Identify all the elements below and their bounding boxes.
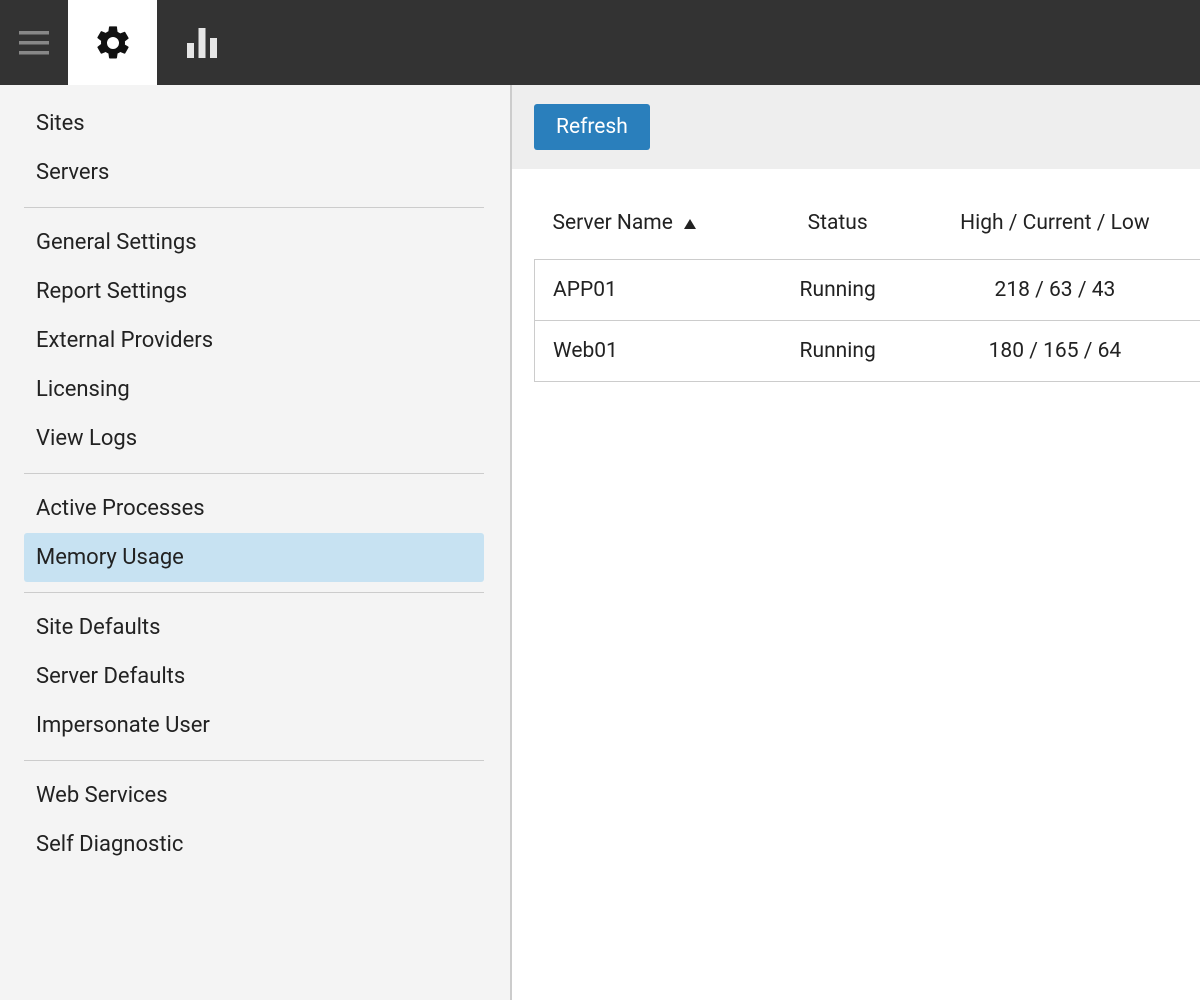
column-header-label: High / Current / Low [960, 211, 1150, 235]
content-toolbar: Refresh [512, 85, 1200, 169]
sidebar-item-label: Web Services [36, 783, 168, 808]
sidebar-item-label: Site Defaults [36, 615, 160, 640]
table-row[interactable]: APP01 Running 218 / 63 / 43 [535, 260, 1200, 321]
sidebar-separator [24, 207, 484, 208]
sidebar-item-label: Active Processes [36, 496, 205, 521]
sort-asc-icon [684, 211, 696, 235]
cell-status: Running [766, 260, 910, 321]
sidebar-item-label: Memory Usage [36, 545, 184, 570]
tab-stats[interactable] [157, 0, 246, 85]
cell-status: Running [766, 321, 910, 382]
refresh-button[interactable]: Refresh [534, 104, 650, 150]
sidebar-item-impersonate-user[interactable]: Impersonate User [24, 701, 484, 750]
sidebar-item-label: General Settings [36, 230, 197, 255]
sidebar-item-memory-usage[interactable]: Memory Usage [24, 533, 484, 582]
sidebar-item-self-diagnostic[interactable]: Self Diagnostic [24, 820, 484, 869]
sidebar-item-view-logs[interactable]: View Logs [24, 414, 484, 463]
sidebar-item-label: Sites [36, 111, 85, 136]
sidebar-item-label: Report Settings [36, 279, 187, 304]
table-wrap: Server Name Status High / Current / Low [512, 169, 1200, 382]
cell-server-name: Web01 [535, 321, 766, 382]
sidebar-item-site-defaults[interactable]: Site Defaults [24, 603, 484, 652]
sidebar-item-label: Licensing [36, 377, 130, 402]
column-header-hcl[interactable]: High / Current / Low [910, 201, 1200, 260]
sidebar-item-servers[interactable]: Servers [24, 148, 484, 197]
sidebar-item-label: Self Diagnostic [36, 832, 183, 857]
sidebar-item-label: Server Defaults [36, 664, 185, 689]
main: Sites Servers General Settings Report Se… [0, 85, 1200, 1000]
sidebar-item-web-services[interactable]: Web Services [24, 771, 484, 820]
sidebar-item-licensing[interactable]: Licensing [24, 365, 484, 414]
topbar [0, 0, 1200, 85]
sidebar-item-report-settings[interactable]: Report Settings [24, 267, 484, 316]
bar-chart-icon [182, 23, 222, 63]
column-header-label: Status [808, 211, 868, 235]
column-header-server-name[interactable]: Server Name [535, 201, 766, 260]
content: Refresh Server Name Status [512, 85, 1200, 1000]
sidebar-item-general-settings[interactable]: General Settings [24, 218, 484, 267]
sidebar-item-active-processes[interactable]: Active Processes [24, 484, 484, 533]
cell-server-name: APP01 [535, 260, 766, 321]
gear-icon [93, 23, 133, 63]
sidebar-item-label: View Logs [36, 426, 137, 451]
cell-hcl: 180 / 165 / 64 [910, 321, 1200, 382]
sidebar-separator [24, 592, 484, 593]
hamburger-menu-button[interactable] [0, 0, 68, 85]
sidebar-separator [24, 760, 484, 761]
sidebar-item-label: Impersonate User [36, 713, 210, 738]
servers-table: Server Name Status High / Current / Low [534, 201, 1200, 382]
sidebar-separator [24, 473, 484, 474]
column-header-status[interactable]: Status [766, 201, 910, 260]
tab-settings[interactable] [68, 0, 157, 85]
sidebar-item-external-providers[interactable]: External Providers [24, 316, 484, 365]
sidebar-item-sites[interactable]: Sites [24, 99, 484, 148]
hamburger-icon [19, 31, 49, 55]
sidebar-item-server-defaults[interactable]: Server Defaults [24, 652, 484, 701]
column-header-label: Server Name [553, 211, 673, 235]
table-row[interactable]: Web01 Running 180 / 165 / 64 [535, 321, 1200, 382]
sidebar: Sites Servers General Settings Report Se… [0, 85, 512, 1000]
sidebar-item-label: External Providers [36, 328, 213, 353]
cell-hcl: 218 / 63 / 43 [910, 260, 1200, 321]
sidebar-item-label: Servers [36, 160, 109, 185]
